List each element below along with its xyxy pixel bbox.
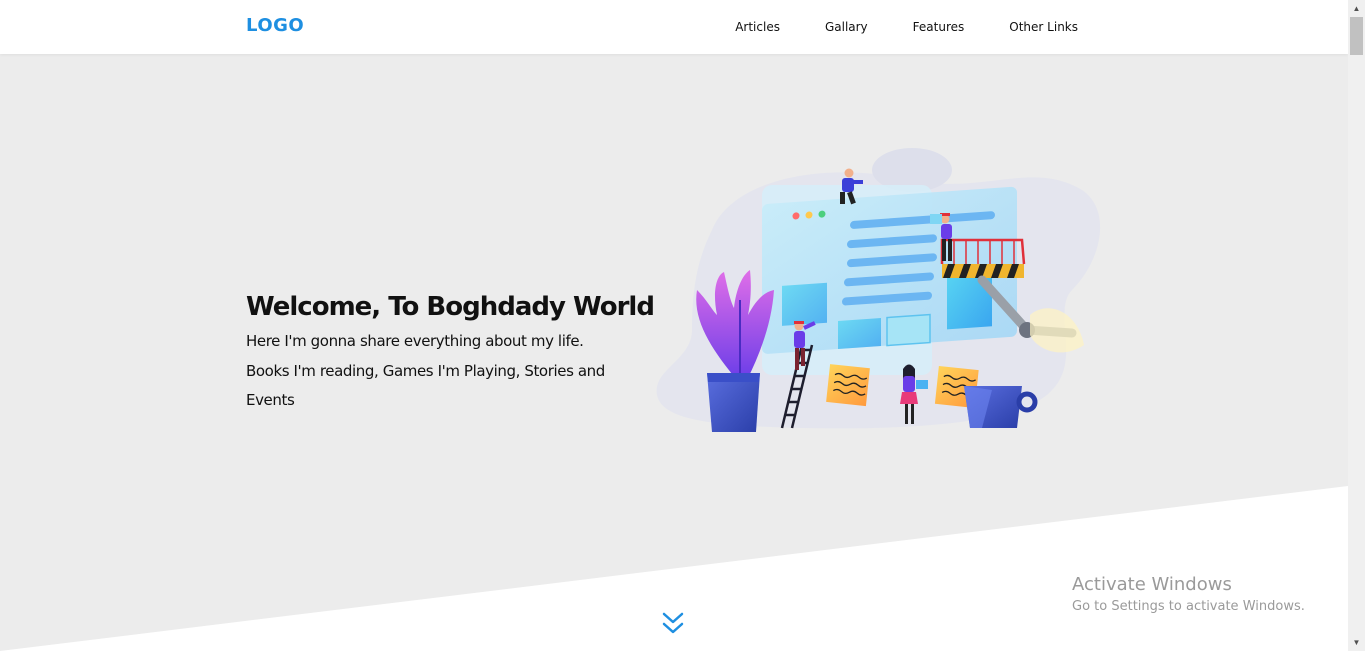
scrollbar-thumb[interactable]	[1350, 17, 1363, 55]
landing-page: LOGO Articles Gallary Features Other Lin…	[0, 0, 1348, 651]
hero-title: Welcome, To Boghdady World	[246, 292, 655, 322]
vertical-scrollbar[interactable]: ▲ ▼	[1348, 0, 1365, 651]
watermark-subtitle: Go to Settings to activate Windows.	[1072, 599, 1305, 614]
nav-link-articles[interactable]: Articles	[735, 20, 780, 34]
hero-description: Here I'm gonna share everything about my…	[246, 332, 605, 409]
nav-link-gallary[interactable]: Gallary	[825, 20, 868, 34]
site-logo[interactable]: LOGO	[246, 15, 304, 36]
nav-link-other-links[interactable]: Other Links	[1009, 20, 1078, 34]
site-header: LOGO Articles Gallary Features Other Lin…	[0, 0, 1348, 54]
hero-illustration	[656, 148, 1101, 432]
triangle-up-icon[interactable]: ▲	[1348, 0, 1365, 17]
browser-viewport: LOGO Articles Gallary Features Other Lin…	[0, 0, 1365, 651]
triangle-down-icon[interactable]: ▼	[1348, 634, 1365, 651]
nav-link-features[interactable]: Features	[913, 20, 965, 34]
double-chevron-down-icon[interactable]	[661, 611, 685, 637]
main-nav: Articles Gallary Features Other Links	[690, 0, 1078, 54]
windows-activation-watermark: Activate Windows Go to Settings to activ…	[1072, 574, 1305, 618]
watermark-title: Activate Windows	[1072, 574, 1232, 595]
